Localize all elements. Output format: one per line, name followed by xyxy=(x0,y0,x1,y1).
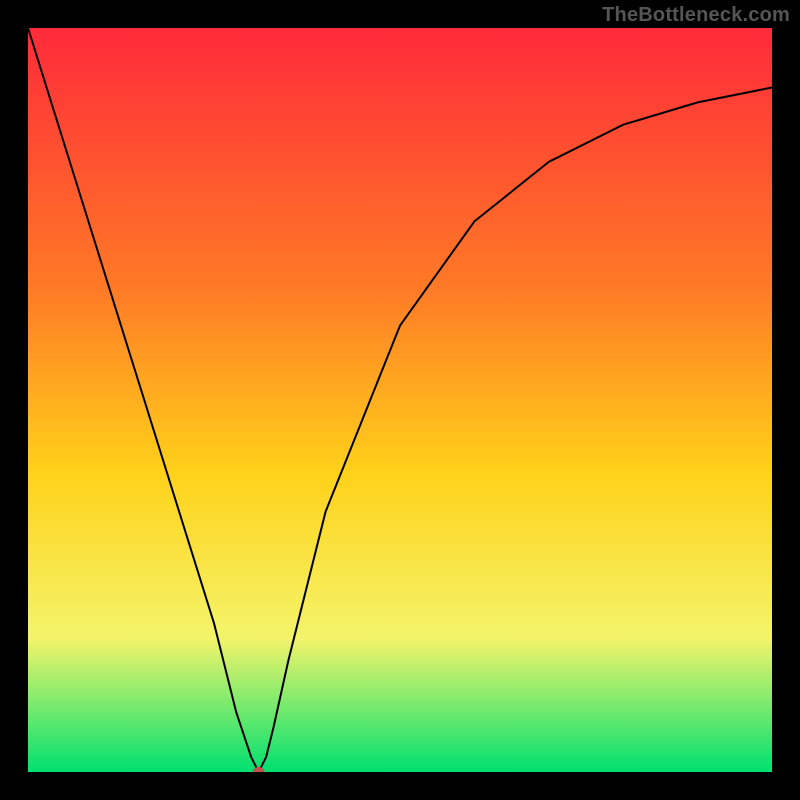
chart-frame: TheBottleneck.com xyxy=(0,0,800,800)
watermark-text: TheBottleneck.com xyxy=(602,4,790,27)
chart-svg xyxy=(28,28,772,772)
gradient-background xyxy=(28,28,772,772)
plot-area xyxy=(28,28,772,772)
